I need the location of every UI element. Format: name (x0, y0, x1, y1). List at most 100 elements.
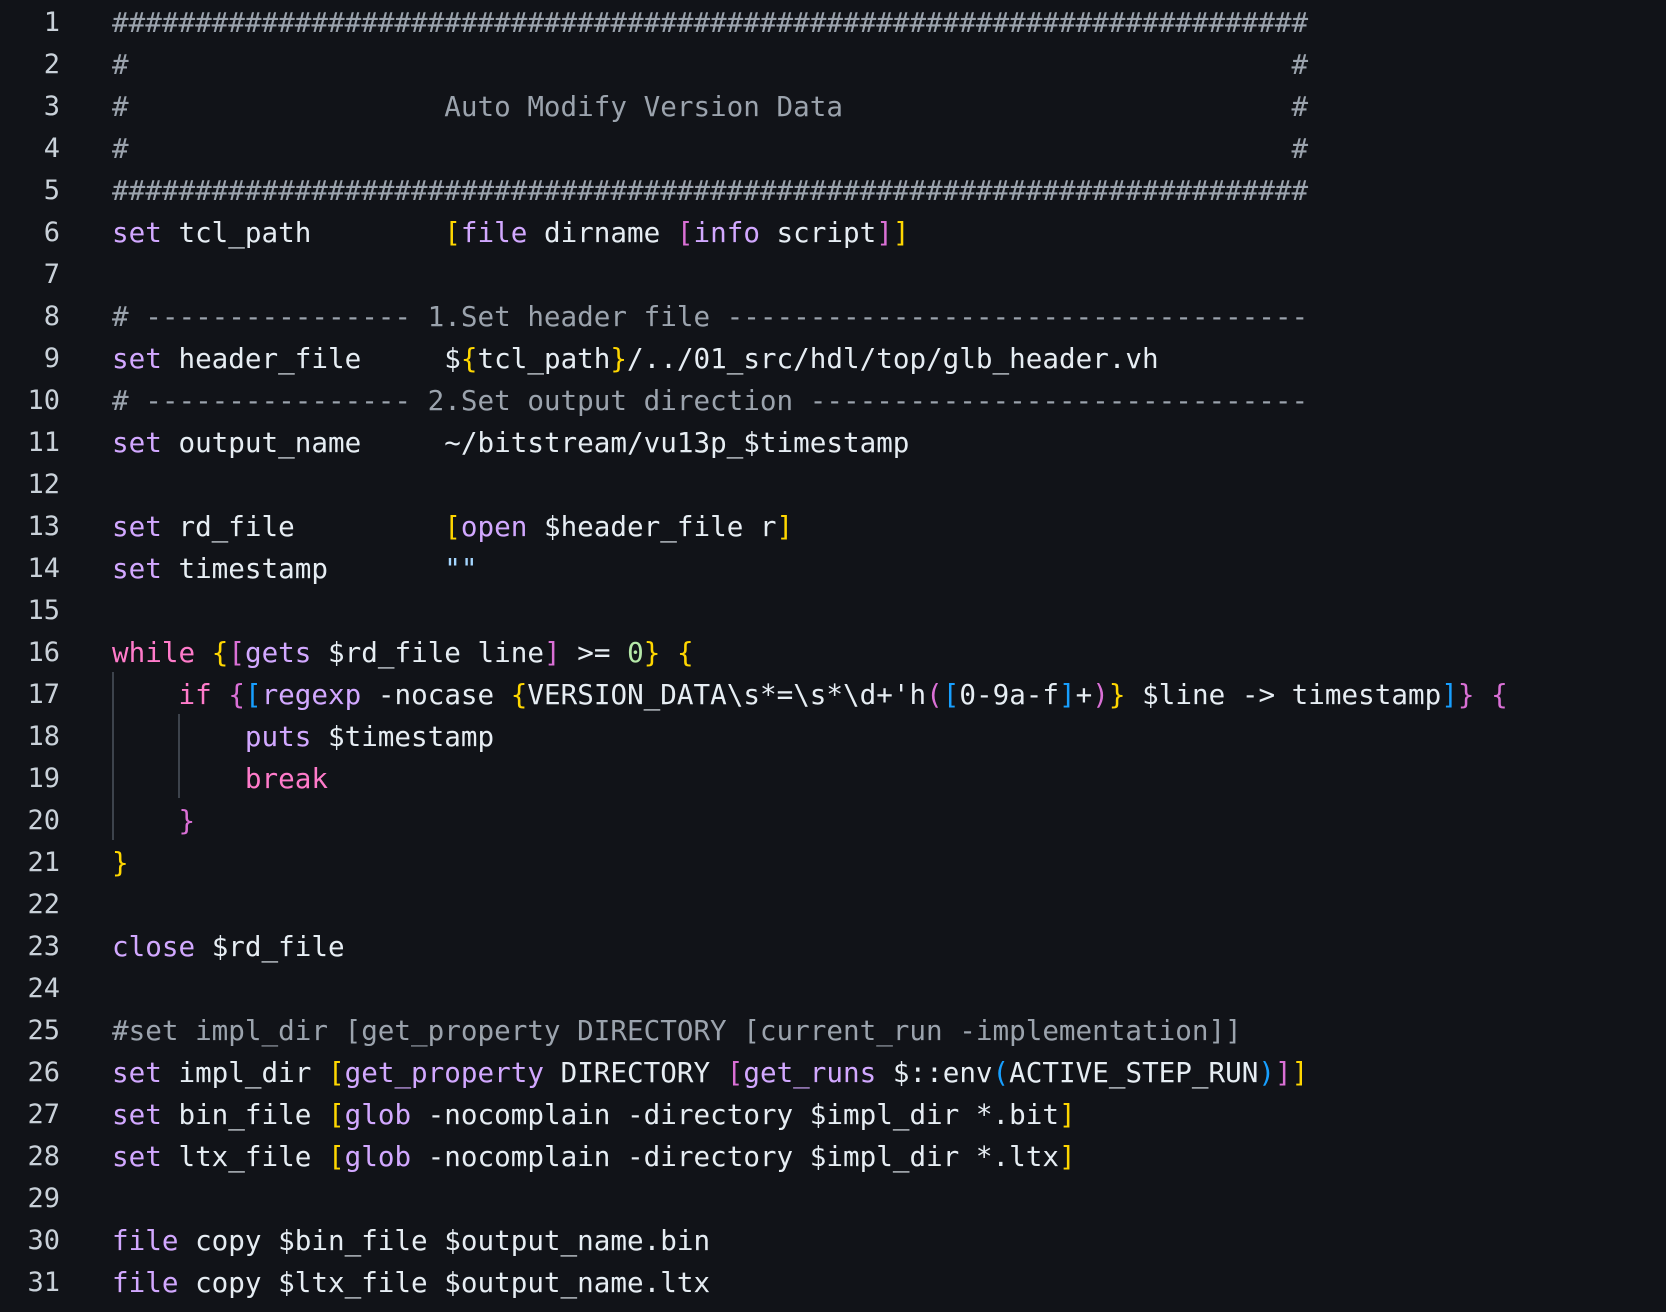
code-line[interactable]: 2 # # (0, 44, 1666, 86)
code-line[interactable]: 18 puts $timestamp (0, 716, 1666, 758)
line-number: 22 (27, 889, 60, 920)
code-token: >= (560, 636, 628, 669)
line-code: break (112, 758, 328, 800)
code-line[interactable]: 31 file copy $ltx_file $output_name.ltx (0, 1262, 1666, 1304)
code-token: if (178, 678, 212, 711)
code-token: { (510, 678, 528, 711)
code-token: -nocomplain -directory $impl_dir *.bit (411, 1098, 1059, 1131)
code-token: set (112, 216, 162, 249)
code-token: [ (726, 1056, 744, 1089)
code-line[interactable]: 24 (0, 968, 1666, 1010)
code-line[interactable]: 5 #######################################… (0, 170, 1666, 212)
code-line[interactable]: 11 set output_name ~/bitstream/vu13p_$tim… (0, 422, 1666, 464)
code-line[interactable]: 9 set header_file ${tcl_path}/../01_src/h… (0, 338, 1666, 380)
code-line[interactable]: 15 (0, 590, 1666, 632)
line-number: 17 (27, 679, 60, 710)
code-token: ] (892, 216, 910, 249)
code-line[interactable]: 7 (0, 254, 1666, 296)
line-code: } (112, 842, 129, 884)
code-token: ] (1058, 1098, 1076, 1131)
line-code: set tcl_path [file dirname [info script]… (112, 212, 909, 254)
code-token: set (112, 1140, 162, 1173)
code-line[interactable]: 21} (0, 842, 1666, 884)
code-line[interactable]: 3 # Auto Modify Version Data # (0, 86, 1666, 128)
code-token: [ (228, 636, 245, 669)
code-token: } (610, 342, 628, 375)
line-number: 28 (27, 1141, 60, 1172)
code-line[interactable]: 8 # ---------------- 1.Set header file --… (0, 296, 1666, 338)
code-token: set (112, 342, 162, 375)
code-line[interactable]: 30 file copy $bin_file $output_name.bin (0, 1220, 1666, 1262)
code-line[interactable]: 19 break (0, 758, 1666, 800)
line-code: set ltx_file [glob -nocomplain -director… (112, 1136, 1076, 1178)
code-line[interactable]: 23 close $rd_file (0, 926, 1666, 968)
code-token: script (759, 216, 877, 249)
code-line[interactable]: 28 set ltx_file [glob -nocomplain -direct… (0, 1136, 1666, 1178)
code-token: ] (1291, 1056, 1309, 1089)
code-token: output_name ~/bitstream/vu13p_$timestamp (161, 426, 910, 459)
code-line[interactable]: 4 # # (0, 128, 1666, 170)
code-token: gets (244, 636, 312, 669)
code-token: ] (1059, 678, 1076, 711)
code-token: [ (942, 678, 960, 711)
code-token: [ (327, 1098, 345, 1131)
code-token: set (112, 510, 162, 543)
code-token: tcl_path (477, 342, 611, 375)
line-number: 15 (27, 595, 60, 626)
code-token: while (112, 636, 196, 669)
code-token: [ (244, 678, 262, 711)
code-token: [ (327, 1056, 345, 1089)
code-token: DIRECTORY (543, 1056, 727, 1089)
code-line[interactable]: 25 #set impl_dir [get_property DIRECTORY … (0, 1010, 1666, 1052)
line-number: 20 (27, 805, 60, 836)
line-code: # Auto Modify Version Data # (112, 86, 1308, 128)
code-token: ] (776, 510, 794, 543)
code-token: close (112, 930, 196, 963)
line-number: 8 (43, 301, 60, 332)
code-token: set (112, 426, 162, 459)
code-editor[interactable]: 1 #######################################… (0, 0, 1666, 1312)
code-token: ] (1058, 1140, 1076, 1173)
code-line[interactable]: 22 (0, 884, 1666, 926)
code-token: ( (926, 678, 943, 711)
line-number: 16 (27, 637, 60, 668)
line-code: if {[regexp -nocase {VERSION_DATA\s*=\s*… (112, 674, 1507, 716)
code-token: ACTIVE_STEP_RUN (1009, 1056, 1259, 1089)
code-token: $timestamp (311, 720, 495, 753)
code-line[interactable]: 12 (0, 464, 1666, 506)
code-token: puts (244, 720, 312, 753)
line-code: ########################################… (112, 170, 1308, 212)
code-token: } (112, 846, 129, 879)
code-token: tcl_path (161, 216, 445, 249)
code-line[interactable]: 17 if {[regexp -nocase {VERSION_DATA\s*=… (0, 674, 1666, 716)
code-line[interactable]: 14 set timestamp "" (0, 548, 1666, 590)
code-token: ########################################… (112, 174, 1309, 207)
code-token: regexp (261, 678, 362, 711)
code-line[interactable]: 27 set bin_file [glob -nocomplain -direct… (0, 1094, 1666, 1136)
code-token: impl_dir (161, 1056, 328, 1089)
line-code: } (112, 800, 195, 842)
line-code: # ---------------- 1.Set header file ---… (112, 296, 1308, 338)
code-line[interactable]: 10 # ---------------- 2.Set output direct… (0, 380, 1666, 422)
code-line[interactable]: 13 set rd_file [open $header_file r] (0, 506, 1666, 548)
code-line[interactable]: 20 } (0, 800, 1666, 842)
code-token: VERSION_DATA\s*=\s*\d+'h (527, 678, 927, 711)
code-token: -nocase (361, 678, 511, 711)
line-code: file copy $ltx_file $output_name.ltx (112, 1262, 710, 1304)
code-line[interactable]: 16 while {[gets $rd_file line] >= 0} { (0, 632, 1666, 674)
code-line[interactable]: 26 set impl_dir [get_property DIRECTORY [… (0, 1052, 1666, 1094)
code-token: $header_file r (527, 510, 777, 543)
code-line[interactable]: 1 #######################################… (0, 2, 1666, 44)
line-number: 31 (27, 1267, 60, 1298)
code-line[interactable]: 29 (0, 1178, 1666, 1220)
line-code: # # (112, 128, 1308, 170)
line-code: close $rd_file (112, 926, 345, 968)
code-token: [ (676, 216, 694, 249)
line-code: set bin_file [glob -nocomplain -director… (112, 1094, 1076, 1136)
code-line[interactable]: 6 set tcl_path [file dirname [info script… (0, 212, 1666, 254)
code-token: # # (112, 48, 1309, 81)
code-token: ########################################… (112, 6, 1309, 39)
line-number: 25 (27, 1015, 60, 1046)
code-token: { (211, 636, 229, 669)
